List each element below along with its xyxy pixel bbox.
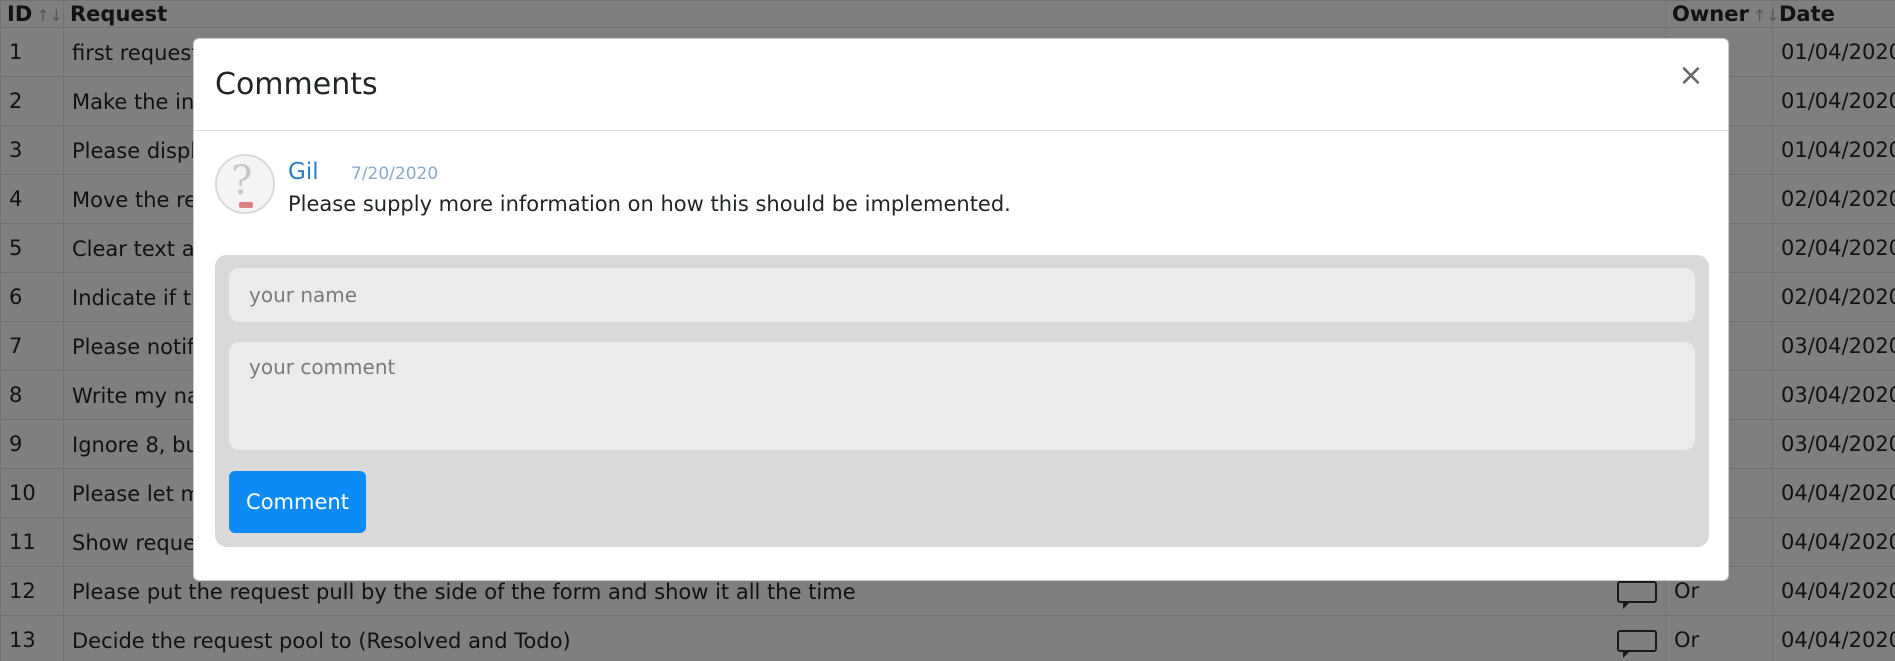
modal-header: Comments × (194, 39, 1728, 131)
question-mark-avatar-icon: ? (215, 154, 275, 214)
comment-form: Comment (215, 255, 1709, 547)
modal-title: Comments (215, 67, 378, 102)
close-icon[interactable]: × (1676, 61, 1706, 91)
comment-text: Please supply more information on how th… (288, 192, 1011, 216)
name-input[interactable] (229, 268, 1695, 322)
comment-submit-button[interactable]: Comment (229, 471, 366, 533)
comment-item: ? Gil 7/20/2020 Please supply more infor… (215, 154, 1695, 218)
comment-author[interactable]: Gil (288, 159, 319, 185)
comment-textarea[interactable] (229, 342, 1695, 450)
comments-modal: Comments × ? Gil 7/20/2020 Please supply… (193, 38, 1729, 581)
comment-date: 7/20/2020 (351, 164, 439, 184)
